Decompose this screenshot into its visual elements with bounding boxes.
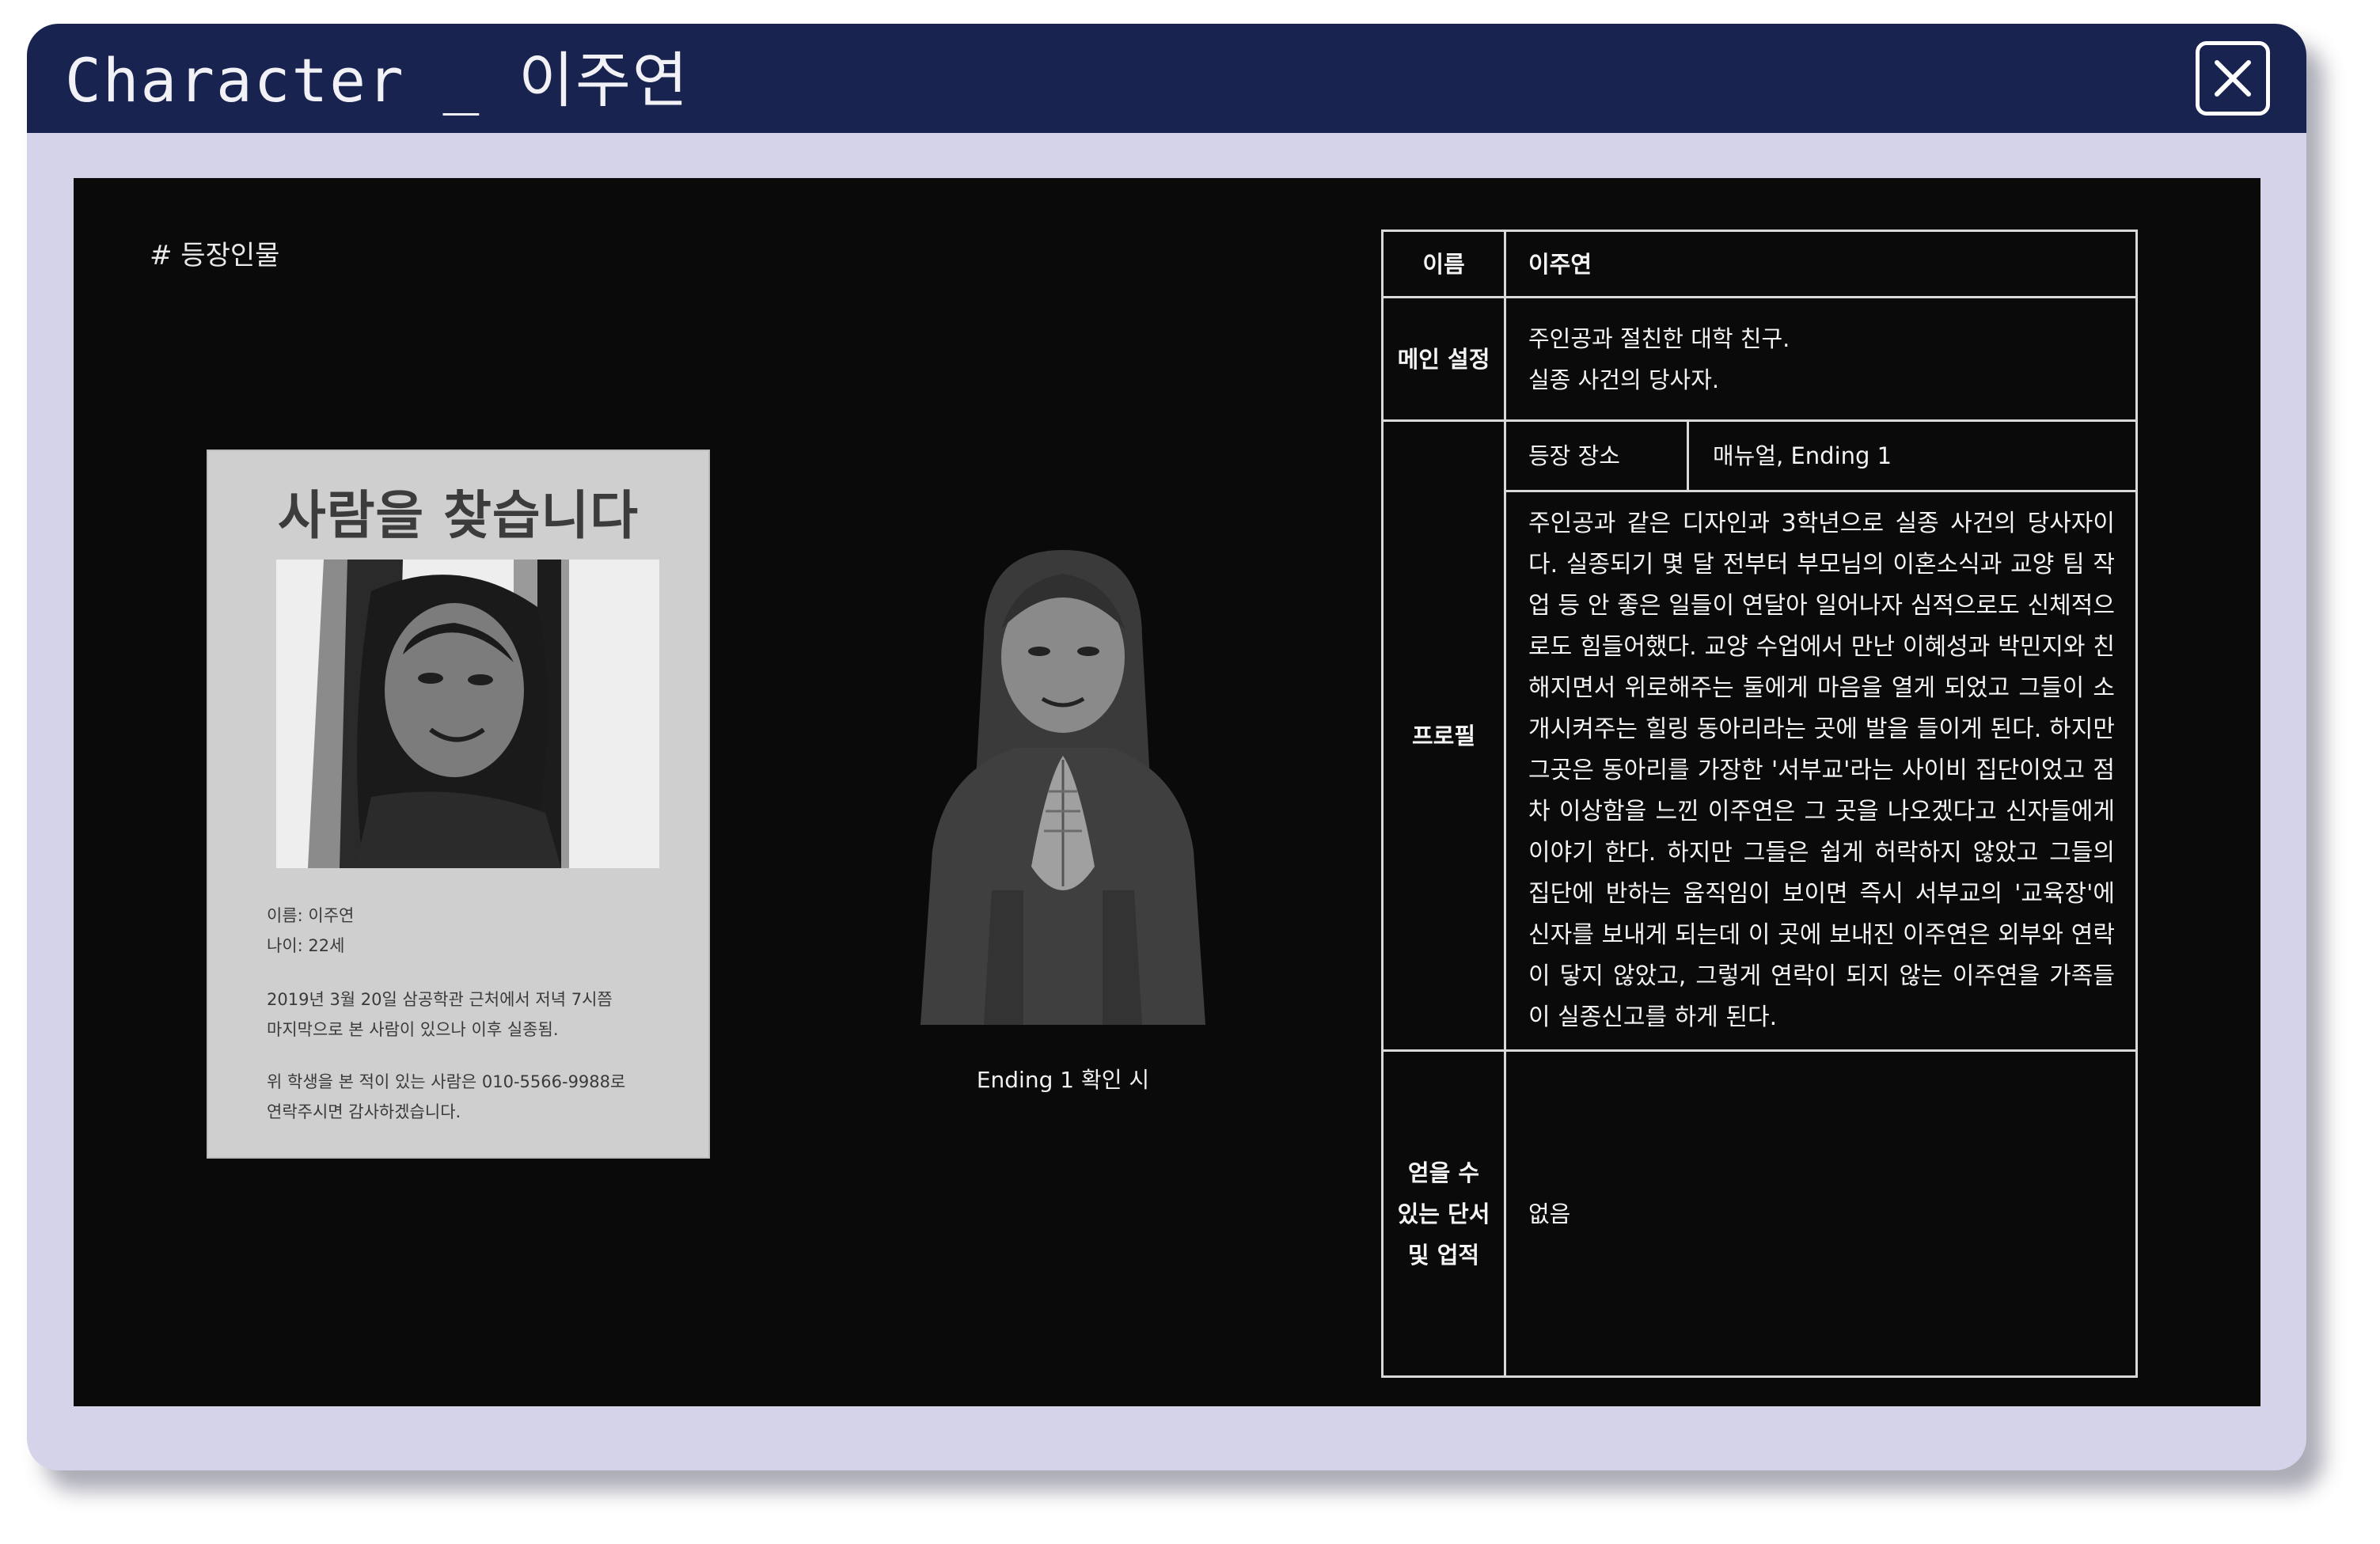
table-row-name: 이름 이주연 xyxy=(1381,230,2138,298)
clues-label-line-2: 있는 단서 xyxy=(1397,1200,1490,1227)
main-setting-line-2: 실종 사건의 당사자. xyxy=(1528,366,1720,393)
name-value: 이주연 xyxy=(1504,230,2138,298)
title-bar: Character _ 이주연 xyxy=(27,24,2306,133)
clues-label-line-3: 및 업적 xyxy=(1407,1241,1480,1269)
location-value: 매뉴얼, Ending 1 xyxy=(1713,442,1892,469)
main-setting-value: 주인공과 절친한 대학 친구. 실종 사건의 당사자. xyxy=(1504,296,2138,422)
character-window: Character _ 이주연 # 등장인물 사람을 찾습니다 이름: 이주연 … xyxy=(27,24,2306,1470)
character-figure xyxy=(865,518,1261,1025)
content-panel: # 등장인물 사람을 찾습니다 이름: 이주연 나이: 22세 2019년 3월… xyxy=(74,178,2260,1406)
poster-contact-line-2: 연락주시면 감사하겠습니다. xyxy=(267,1102,461,1121)
table-row-main: 메인 설정 주인공과 절친한 대학 친구. 실종 사건의 당사자. xyxy=(1381,296,2138,422)
location-subtable: 등장 장소 매뉴얼, Ending 1 xyxy=(1506,422,2135,490)
close-button[interactable] xyxy=(2196,41,2270,116)
poster-desc-line-1: 2019년 3월 20일 삼공학관 근처에서 저녁 7시쯤 xyxy=(267,990,613,1009)
poster-contact-line-1: 위 학생을 본 적이 있는 사람은 010-5566-9988로 xyxy=(267,1072,626,1091)
name-label: 이름 xyxy=(1381,230,1506,298)
poster-desc-line-2: 마지막으로 본 사람이 있으나 이후 실종됨. xyxy=(267,1020,559,1039)
missing-person-poster: 사람을 찾습니다 이름: 이주연 나이: 22세 2019년 3월 20일 삼공… xyxy=(208,451,708,1157)
profile-label: 프로필 xyxy=(1381,419,1506,1052)
clues-label-line-1: 얻을 수 xyxy=(1407,1159,1480,1186)
location-cell: 등장 장소 매뉴얼, Ending 1 xyxy=(1504,419,2138,492)
profile-text: 주인공과 같은 디자인과 3학년으로 실종 사건의 당사자이다. 실종되기 몇 … xyxy=(1504,490,2138,1052)
table-row-clues: 얻을 수 있는 단서 및 업적 없음 xyxy=(1381,1049,2138,1378)
poster-photo xyxy=(276,560,659,868)
clues-label: 얻을 수 있는 단서 및 업적 xyxy=(1381,1049,1506,1378)
character-info-table: 이름 이주연 메인 설정 주인공과 절친한 대학 친구. 실종 사건의 당사자.… xyxy=(1381,230,2138,1378)
poster-title: 사람을 찾습니다 xyxy=(277,485,640,546)
clues-value: 없음 xyxy=(1504,1049,2138,1378)
section-label: # 등장인물 xyxy=(150,240,280,271)
location-label: 등장 장소 xyxy=(1506,422,1689,490)
poster-age-line: 나이: 22세 xyxy=(267,936,345,955)
figure-caption: Ending 1 확인 시 xyxy=(976,1067,1150,1093)
main-setting-line-1: 주인공과 절친한 대학 친구. xyxy=(1528,324,1790,352)
close-icon xyxy=(2215,60,2251,97)
poster-name-line: 이름: 이주연 xyxy=(267,906,355,925)
table-row-profile: 프로필 등장 장소 매뉴얼, Ending 1 xyxy=(1381,419,2138,1052)
main-setting-label: 메인 설정 xyxy=(1381,296,1506,422)
window-title: Character _ 이주연 xyxy=(65,45,689,116)
